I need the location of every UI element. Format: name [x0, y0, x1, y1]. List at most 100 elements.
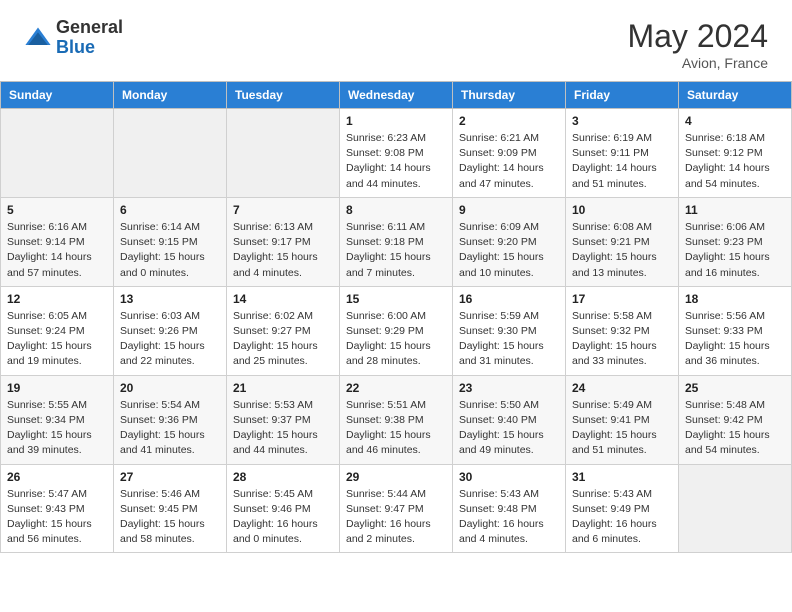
day-number: 30	[459, 470, 559, 484]
week-row-4: 26 Sunrise: 5:47 AMSunset: 9:43 PMDayligh…	[1, 464, 792, 553]
day-cell: 19 Sunrise: 5:55 AMSunset: 9:34 PMDayligh…	[1, 375, 114, 464]
day-number: 12	[7, 292, 107, 306]
day-cell: 4 Sunrise: 6:18 AMSunset: 9:12 PMDaylight…	[679, 109, 792, 198]
day-info: Sunrise: 6:11 AMSunset: 9:18 PMDaylight:…	[346, 220, 446, 281]
day-cell: 15 Sunrise: 6:00 AMSunset: 9:29 PMDayligh…	[340, 286, 453, 375]
day-number: 9	[459, 203, 559, 217]
day-info: Sunrise: 6:14 AMSunset: 9:15 PMDaylight:…	[120, 220, 220, 281]
header-cell-tuesday: Tuesday	[227, 82, 340, 109]
day-number: 31	[572, 470, 672, 484]
day-info: Sunrise: 6:03 AMSunset: 9:26 PMDaylight:…	[120, 309, 220, 370]
day-info: Sunrise: 6:06 AMSunset: 9:23 PMDaylight:…	[685, 220, 785, 281]
day-cell: 6 Sunrise: 6:14 AMSunset: 9:15 PMDaylight…	[114, 197, 227, 286]
day-cell: 26 Sunrise: 5:47 AMSunset: 9:43 PMDayligh…	[1, 464, 114, 553]
day-cell: 20 Sunrise: 5:54 AMSunset: 9:36 PMDayligh…	[114, 375, 227, 464]
logo-icon	[24, 24, 52, 52]
day-cell: 7 Sunrise: 6:13 AMSunset: 9:17 PMDaylight…	[227, 197, 340, 286]
day-info: Sunrise: 5:44 AMSunset: 9:47 PMDaylight:…	[346, 487, 446, 548]
day-cell: 24Sunrise: 5:49 AMSunset: 9:41 PMDayligh…	[566, 375, 679, 464]
logo-general: General	[56, 17, 123, 37]
day-info: Sunrise: 5:58 AMSunset: 9:32 PMDaylight:…	[572, 309, 672, 370]
day-number: 28	[233, 470, 333, 484]
header-cell-friday: Friday	[566, 82, 679, 109]
day-cell: 2Sunrise: 6:21 AMSunset: 9:09 PMDaylight…	[453, 109, 566, 198]
day-info: Sunrise: 6:23 AMSunset: 9:08 PMDaylight:…	[346, 131, 446, 192]
day-info: Sunrise: 6:09 AMSunset: 9:20 PMDaylight:…	[459, 220, 559, 281]
day-number: 29	[346, 470, 446, 484]
week-row-3: 19 Sunrise: 5:55 AMSunset: 9:34 PMDayligh…	[1, 375, 792, 464]
day-info: Sunrise: 5:55 AMSunset: 9:34 PMDaylight:…	[7, 398, 107, 459]
day-number: 14	[233, 292, 333, 306]
day-cell: 14Sunrise: 6:02 AMSunset: 9:27 PMDayligh…	[227, 286, 340, 375]
logo-text: General Blue	[56, 18, 123, 58]
day-cell: 18 Sunrise: 5:56 AMSunset: 9:33 PMDayligh…	[679, 286, 792, 375]
day-info: Sunrise: 5:48 AMSunset: 9:42 PMDaylight:…	[685, 398, 785, 459]
day-info: Sunrise: 5:53 AMSunset: 9:37 PMDaylight:…	[233, 398, 333, 459]
week-row-2: 12 Sunrise: 6:05 AMSunset: 9:24 PMDayligh…	[1, 286, 792, 375]
day-info: Sunrise: 6:13 AMSunset: 9:17 PMDaylight:…	[233, 220, 333, 281]
day-number: 21	[233, 381, 333, 395]
logo-blue: Blue	[56, 37, 95, 57]
day-number: 7	[233, 203, 333, 217]
day-number: 23	[459, 381, 559, 395]
day-number: 15	[346, 292, 446, 306]
day-cell: 16 Sunrise: 5:59 AMSunset: 9:30 PMDayligh…	[453, 286, 566, 375]
day-cell: 17 Sunrise: 5:58 AMSunset: 9:32 PMDayligh…	[566, 286, 679, 375]
header-cell-thursday: Thursday	[453, 82, 566, 109]
day-number: 4	[685, 114, 785, 128]
day-number: 17	[572, 292, 672, 306]
day-number: 22	[346, 381, 446, 395]
day-number: 20	[120, 381, 220, 395]
day-info: Sunrise: 5:59 AMSunset: 9:30 PMDaylight:…	[459, 309, 559, 370]
calendar-header: SundayMondayTuesdayWednesdayThursdayFrid…	[1, 82, 792, 109]
day-info: Sunrise: 6:08 AMSunset: 9:21 PMDaylight:…	[572, 220, 672, 281]
day-number: 1	[346, 114, 446, 128]
day-cell: 22 Sunrise: 5:51 AMSunset: 9:38 PMDayligh…	[340, 375, 453, 464]
day-cell: 10 Sunrise: 6:08 AMSunset: 9:21 PMDayligh…	[566, 197, 679, 286]
header-cell-sunday: Sunday	[1, 82, 114, 109]
day-info: Sunrise: 5:46 AMSunset: 9:45 PMDaylight:…	[120, 487, 220, 548]
day-info: Sunrise: 6:05 AMSunset: 9:24 PMDaylight:…	[7, 309, 107, 370]
day-cell: 31Sunrise: 5:43 AMSunset: 9:49 PMDayligh…	[566, 464, 679, 553]
day-cell	[679, 464, 792, 553]
day-cell: 23 Sunrise: 5:50 AMSunset: 9:40 PMDayligh…	[453, 375, 566, 464]
day-number: 5	[7, 203, 107, 217]
day-info: Sunrise: 6:18 AMSunset: 9:12 PMDaylight:…	[685, 131, 785, 192]
day-info: Sunrise: 6:00 AMSunset: 9:29 PMDaylight:…	[346, 309, 446, 370]
day-info: Sunrise: 5:49 AMSunset: 9:41 PMDaylight:…	[572, 398, 672, 459]
day-info: Sunrise: 5:56 AMSunset: 9:33 PMDaylight:…	[685, 309, 785, 370]
header-cell-monday: Monday	[114, 82, 227, 109]
month-year: May 2024	[627, 18, 768, 55]
day-info: Sunrise: 6:21 AMSunset: 9:09 PMDaylight:…	[459, 131, 559, 192]
day-cell: 13Sunrise: 6:03 AMSunset: 9:26 PMDayligh…	[114, 286, 227, 375]
day-cell: 9 Sunrise: 6:09 AMSunset: 9:20 PMDaylight…	[453, 197, 566, 286]
logo: General Blue	[24, 18, 123, 58]
day-info: Sunrise: 6:19 AMSunset: 9:11 PMDaylight:…	[572, 131, 672, 192]
day-cell: 27 Sunrise: 5:46 AMSunset: 9:45 PMDayligh…	[114, 464, 227, 553]
title-block: May 2024 Avion, France	[627, 18, 768, 71]
day-cell: 21 Sunrise: 5:53 AMSunset: 9:37 PMDayligh…	[227, 375, 340, 464]
day-cell	[1, 109, 114, 198]
day-number: 18	[685, 292, 785, 306]
day-cell: 12 Sunrise: 6:05 AMSunset: 9:24 PMDayligh…	[1, 286, 114, 375]
day-number: 6	[120, 203, 220, 217]
day-info: Sunrise: 5:51 AMSunset: 9:38 PMDaylight:…	[346, 398, 446, 459]
day-info: Sunrise: 5:47 AMSunset: 9:43 PMDaylight:…	[7, 487, 107, 548]
page-header: General Blue May 2024 Avion, France	[0, 0, 792, 81]
week-row-0: 1 Sunrise: 6:23 AMSunset: 9:08 PMDaylight…	[1, 109, 792, 198]
day-number: 27	[120, 470, 220, 484]
day-info: Sunrise: 5:45 AMSunset: 9:46 PMDaylight:…	[233, 487, 333, 548]
day-cell: 1 Sunrise: 6:23 AMSunset: 9:08 PMDaylight…	[340, 109, 453, 198]
day-cell: 29 Sunrise: 5:44 AMSunset: 9:47 PMDayligh…	[340, 464, 453, 553]
day-number: 19	[7, 381, 107, 395]
day-info: Sunrise: 5:50 AMSunset: 9:40 PMDaylight:…	[459, 398, 559, 459]
calendar-wrapper: SundayMondayTuesdayWednesdayThursdayFrid…	[0, 81, 792, 553]
day-number: 26	[7, 470, 107, 484]
day-info: Sunrise: 5:54 AMSunset: 9:36 PMDaylight:…	[120, 398, 220, 459]
day-number: 25	[685, 381, 785, 395]
day-number: 11	[685, 203, 785, 217]
calendar-table: SundayMondayTuesdayWednesdayThursdayFrid…	[0, 81, 792, 553]
day-number: 16	[459, 292, 559, 306]
day-number: 10	[572, 203, 672, 217]
day-cell	[227, 109, 340, 198]
